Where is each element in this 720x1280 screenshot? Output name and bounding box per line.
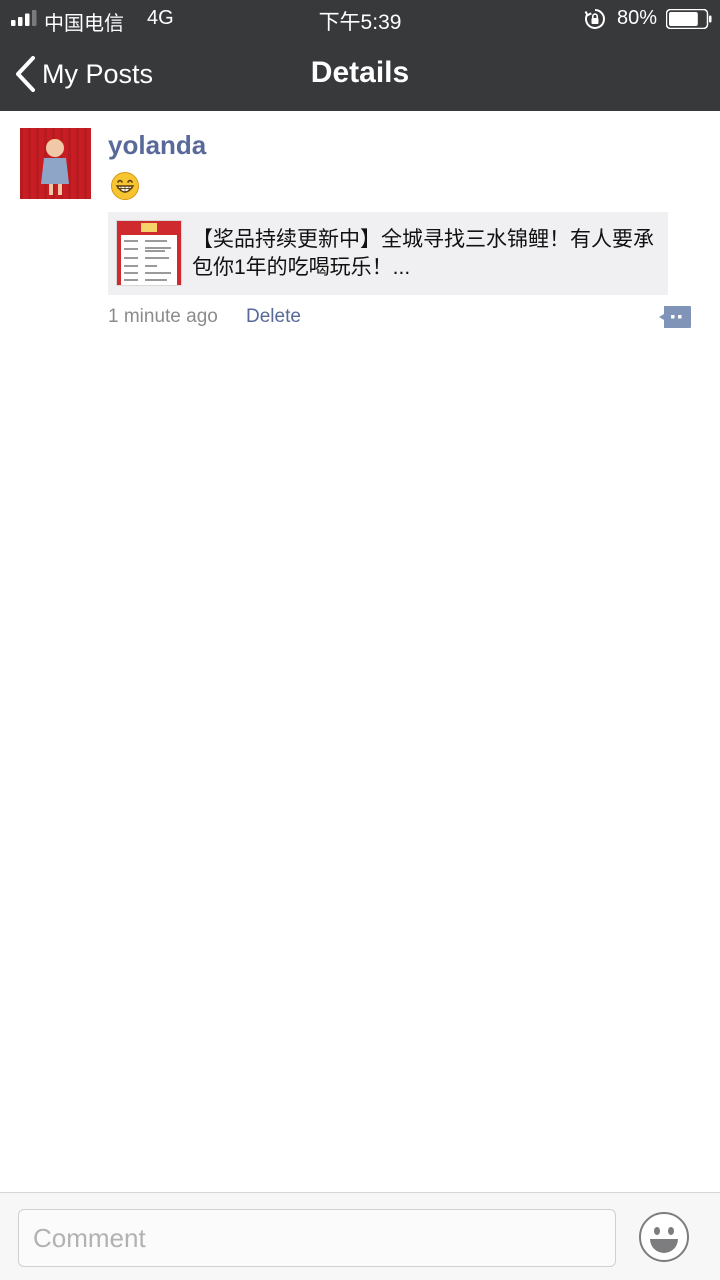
comment-input[interactable] (18, 1209, 616, 1267)
post-details-screen: 中国电信 4G 下午5:39 80% My Posts Details yola… (0, 0, 720, 1280)
comment-bubble-icon[interactable] (658, 305, 692, 329)
status-time: 下午5:39 (318, 11, 402, 34)
post-username[interactable]: yolanda (108, 130, 206, 161)
battery-percent: 80% (617, 7, 658, 29)
link-title: 【奖品持续更新中】全城寻找三水锦鲤！有人要承包你1年的吃喝玩乐！... (192, 228, 654, 279)
delete-button[interactable]: Delete (246, 306, 301, 328)
link-thumbnail (116, 220, 182, 286)
avatar-photo (20, 128, 91, 199)
navigation-bar: My Posts Details (0, 36, 720, 111)
page-title: Details (310, 56, 410, 89)
link-thumbnail-image (117, 221, 181, 285)
shared-link-card[interactable]: 【奖品持续更新中】全城寻找三水锦鲤！有人要承包你1年的吃喝玩乐！... (108, 212, 668, 295)
grinning-face-icon (111, 172, 139, 200)
orientation-lock-icon (584, 9, 605, 29)
status-bar: 中国电信 4G 下午5:39 80% (0, 0, 720, 36)
post-timestamp: 1 minute ago (108, 306, 218, 327)
battery-icon (666, 9, 712, 29)
avatar[interactable] (20, 128, 91, 199)
comment-bar (0, 1192, 720, 1280)
smiley-icon[interactable] (638, 1211, 690, 1263)
header: 中国电信 4G 下午5:39 80% My Posts Details (0, 0, 720, 111)
